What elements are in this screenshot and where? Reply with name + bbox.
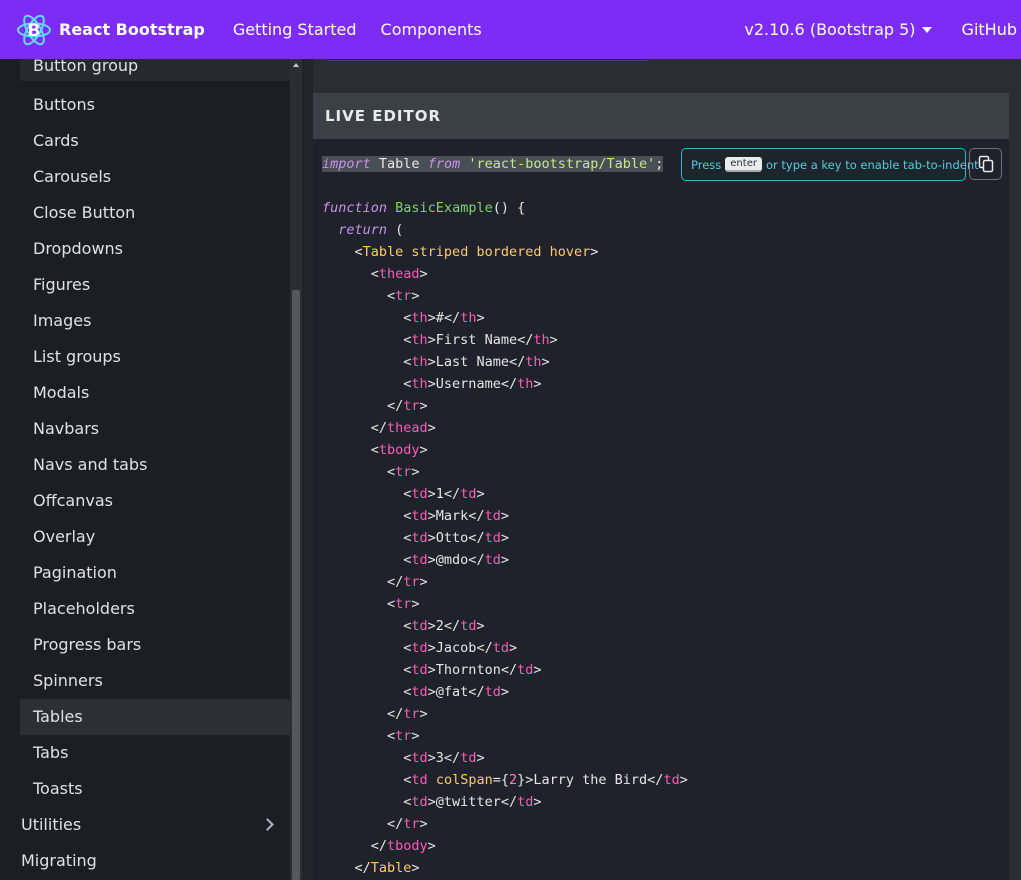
tip-text-before: Press (691, 157, 722, 172)
sidebar-item-close-button[interactable]: Close Button (0, 195, 290, 231)
sidebar-category-label: Utilities (21, 815, 82, 834)
code-line: <th>Last Name</th> (322, 354, 550, 370)
code-line: function BasicExample() { (322, 200, 526, 216)
sidebar-item-button-group[interactable]: Button group (20, 59, 290, 81)
sidebar-item-pagination[interactable]: Pagination (0, 555, 290, 591)
sidebar-item-modals[interactable]: Modals (0, 375, 290, 411)
sidebar-item-placeholders[interactable]: Placeholders (0, 591, 290, 627)
code-line: <td colSpan={2}>Larry the Bird</td> (322, 772, 688, 788)
code-line: </tbody> (322, 838, 436, 854)
code-line: <tr> (322, 728, 420, 744)
version-label: v2.10.6 (Bootstrap 5) (744, 20, 916, 39)
code-line: <td>Otto</td> (322, 530, 509, 546)
code-line: <Table striped bordered hover> (322, 244, 599, 260)
sidebar-item-tabs[interactable]: Tabs (0, 735, 290, 771)
sidebar-item-tables[interactable]: Tables (20, 699, 290, 735)
navbar-right: v2.10.6 (Bootstrap 5) GitHub (744, 0, 1021, 59)
copy-icon (978, 155, 993, 173)
sidebar-item-toasts[interactable]: Toasts (0, 771, 290, 807)
code-line: </tr> (322, 706, 428, 722)
code-line: <tr> (322, 596, 420, 612)
live-editor-header: LIVE EDITOR (313, 93, 1009, 139)
sidebar: Button group Buttons Cards Carousels Clo… (0, 59, 302, 880)
sidebar-item-dropdowns[interactable]: Dropdowns (0, 231, 290, 267)
code-line: </Table> (322, 860, 420, 876)
code-line: <td>Thornton</td> (322, 662, 542, 678)
sidebar-item-cards[interactable]: Cards (0, 123, 290, 159)
version-dropdown[interactable]: v2.10.6 (Bootstrap 5) (744, 20, 932, 39)
code-line: return ( (338, 222, 404, 238)
code-line: <thead> (322, 266, 428, 282)
code-line: import Table from 'react-bootstrap/Table… (322, 156, 664, 172)
sidebar-category-utilities[interactable]: Utilities (0, 807, 290, 843)
chevron-right-icon (261, 818, 274, 831)
code-line: <td>1</td> (322, 486, 485, 502)
code-line: <tr> (322, 464, 420, 480)
sidebar-item-list-groups[interactable]: List groups (0, 339, 290, 375)
scrollbar-thumb[interactable] (292, 290, 300, 880)
nav-components[interactable]: Components (381, 20, 482, 39)
previous-example-edge (327, 59, 647, 61)
code-line: <td>@twitter</td> (322, 794, 542, 810)
code-line: </thead> (322, 420, 436, 436)
brand-name: React Bootstrap (59, 20, 205, 39)
react-bootstrap-logo-icon: B (16, 12, 52, 48)
sidebar-list: Button group Buttons Cards Carousels Clo… (0, 59, 290, 879)
svg-text:B: B (28, 21, 41, 41)
code-line: <th>Username</th> (322, 376, 542, 392)
code-line: <th>#</th> (322, 310, 485, 326)
enter-key-badge: enter (725, 157, 762, 172)
sidebar-item-buttons[interactable]: Buttons (0, 87, 290, 123)
code-line: <th>First Name</th> (322, 332, 558, 348)
code-line: <tbody> (322, 442, 428, 458)
code-line: </tr> (322, 398, 428, 414)
code-line: </tr> (322, 574, 428, 590)
copy-code-button[interactable] (969, 148, 1002, 180)
nav-getting-started[interactable]: Getting Started (233, 20, 357, 39)
top-navbar: B React Bootstrap Getting Started Compon… (0, 0, 1021, 59)
code-line: <td>Jacob</td> (322, 640, 518, 656)
code-line: <tr> (322, 288, 420, 304)
tab-to-indent-tip: Press enter or type a key to enable tab-… (681, 148, 979, 181)
tip-text-after: or type a key to enable tab-to-indent (765, 157, 979, 172)
caret-down-icon (921, 26, 932, 33)
sidebar-item-spinners[interactable]: Spinners (0, 663, 290, 699)
code-line: <td>3</td> (322, 750, 485, 766)
sidebar-item-carousels[interactable]: Carousels (0, 159, 290, 195)
brand[interactable]: B React Bootstrap (16, 12, 205, 48)
sidebar-item-figures[interactable]: Figures (0, 267, 290, 303)
code-line: <td>Mark</td> (322, 508, 509, 524)
live-editor[interactable]: import Table from 'react-bootstrap/Table… (313, 139, 1009, 880)
sidebar-item-navbars[interactable]: Navbars (0, 411, 290, 447)
main-content: LIVE EDITOR import Table from 'react-boo… (313, 59, 1021, 880)
code-line: <td>2</td> (322, 618, 485, 634)
sidebar-item-offcanvas[interactable]: Offcanvas (0, 483, 290, 519)
code-line: </tr> (322, 816, 428, 832)
sidebar-item-navs-and-tabs[interactable]: Navs and tabs (0, 447, 290, 483)
sidebar-scrollbar[interactable] (290, 59, 302, 880)
nav-github[interactable]: GitHub (962, 20, 1017, 39)
sidebar-item-images[interactable]: Images (0, 303, 290, 339)
scroll-up-arrow-icon[interactable] (293, 63, 299, 67)
sidebar-item-progress-bars[interactable]: Progress bars (0, 627, 290, 663)
sidebar-item-overlay[interactable]: Overlay (0, 519, 290, 555)
code-line: <td>@fat</td> (322, 684, 509, 700)
sidebar-category-migrating[interactable]: Migrating (0, 843, 290, 879)
code-block[interactable]: import Table from 'react-bootstrap/Table… (322, 153, 688, 879)
code-line: <td>@mdo</td> (322, 552, 509, 568)
